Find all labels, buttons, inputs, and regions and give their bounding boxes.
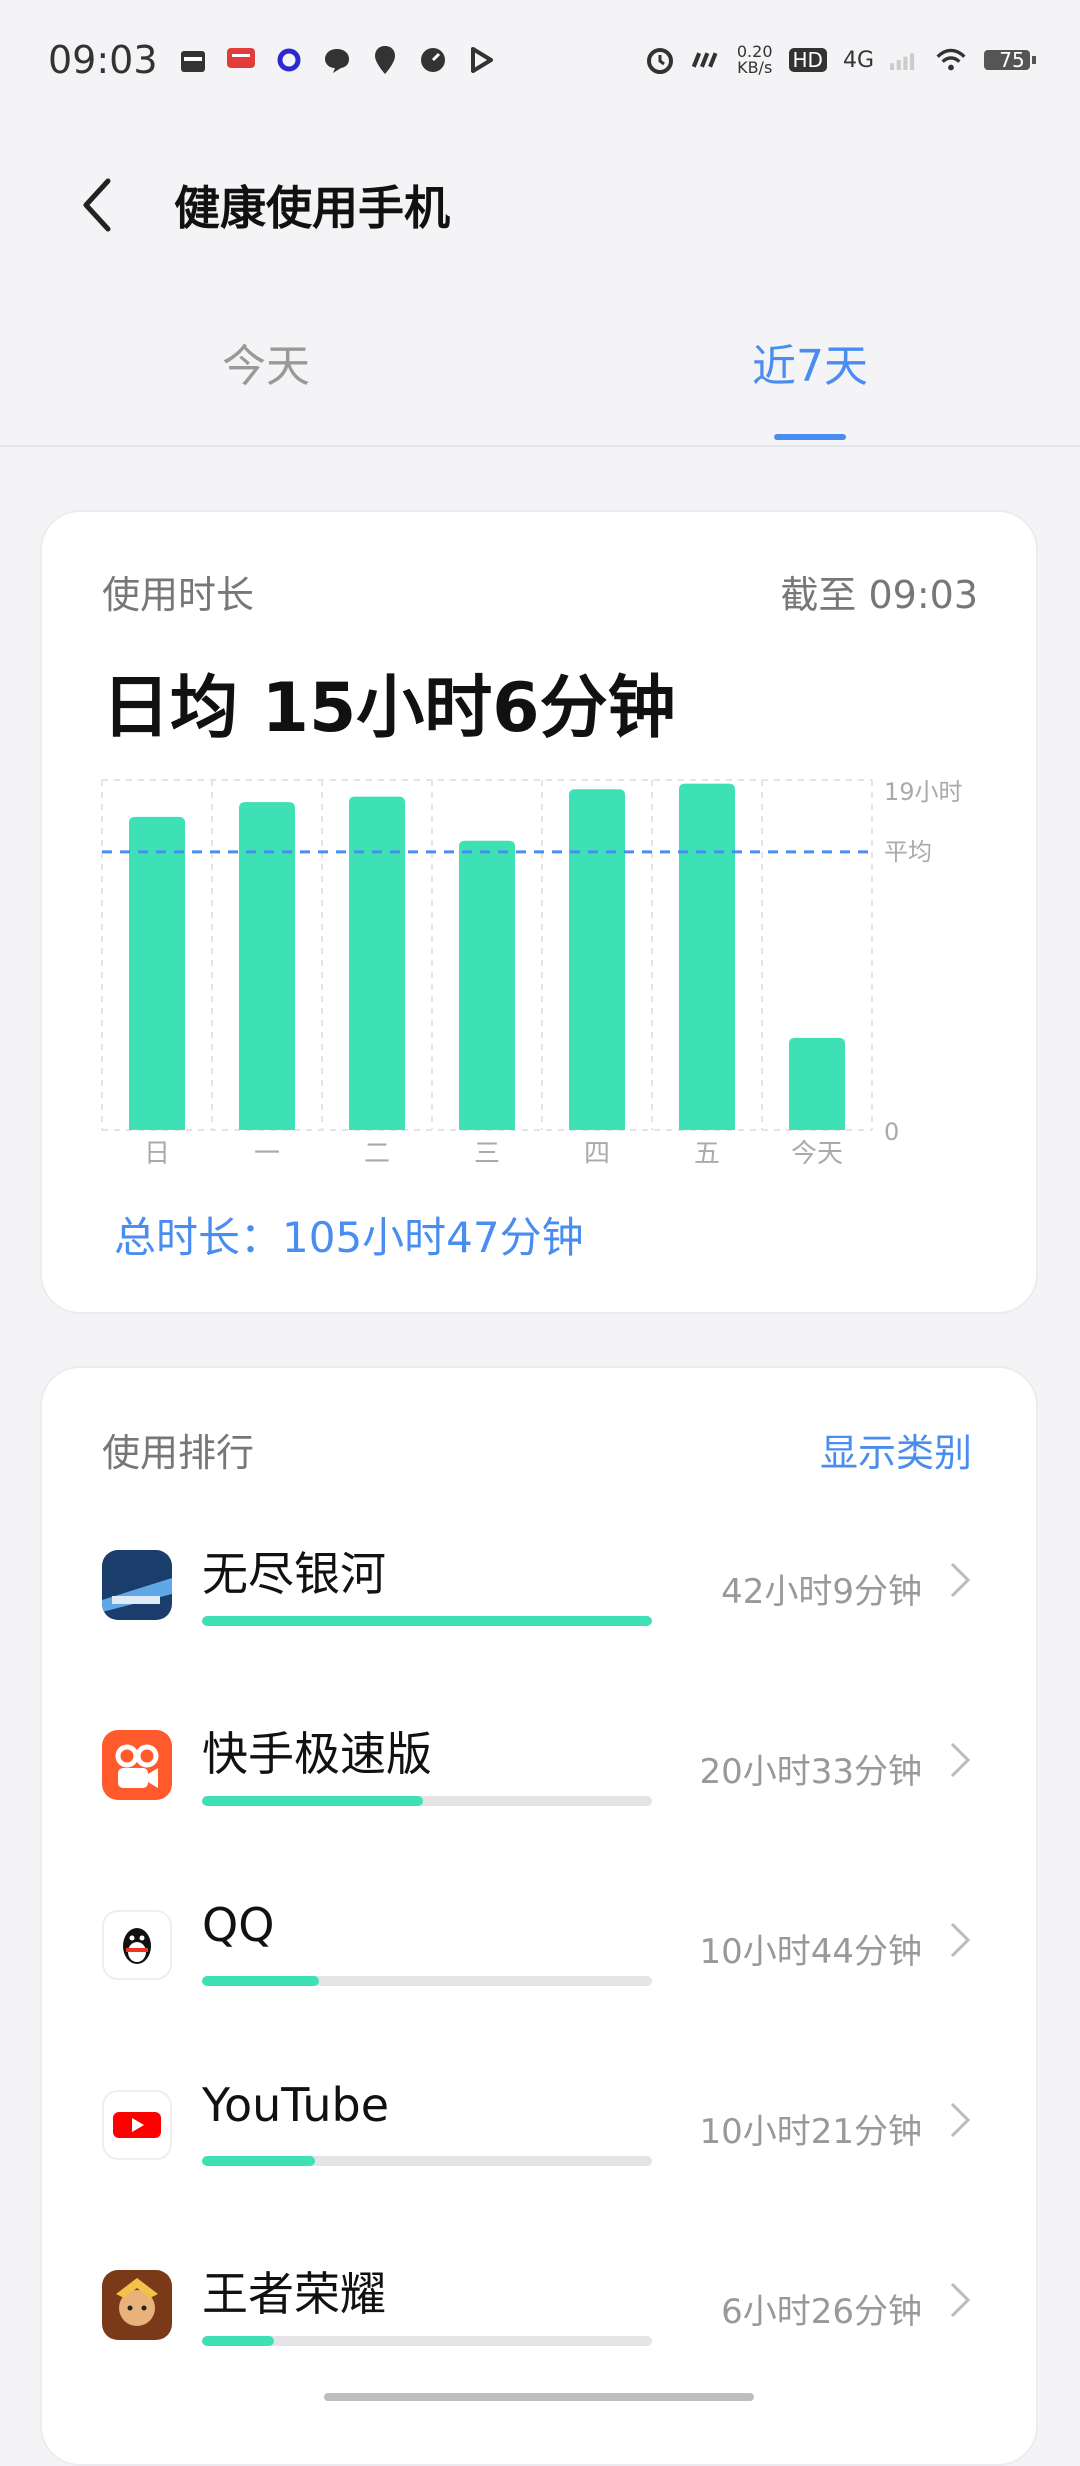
app-usage-time: 10小时21分钟 (699, 2112, 922, 2152)
app-name: 快手极速版 (202, 1727, 432, 1781)
home-indicator[interactable] (324, 2393, 754, 2401)
x-tick-label: 二 (364, 1139, 390, 1169)
app-name: YouTube (202, 2078, 390, 2132)
chart-bar (789, 1037, 845, 1130)
app-row-qq[interactable]: QQ 10小时44分钟 (42, 1884, 1040, 2034)
y-tick-label-min: 0 (884, 1118, 899, 1146)
app-row-youtube[interactable]: YouTube 10小时21分钟 (42, 2064, 1040, 2214)
status-left-icons (178, 45, 496, 75)
speed-icon (418, 45, 448, 75)
status-time: 09:03 (48, 38, 158, 82)
usage-progress-track (202, 2156, 652, 2166)
usage-progress-fill (202, 1796, 423, 1806)
app-usage-time: 42小时9分钟 (721, 1572, 922, 1612)
chat-icon (322, 45, 352, 75)
total-duration: 总时长：105小时47分钟 (114, 1213, 584, 1262)
tab-today[interactable]: 今天 (222, 330, 310, 394)
chevron-right-icon (944, 2280, 974, 2320)
app-name: 王者荣耀 (202, 2267, 386, 2321)
kuaishou-icon (102, 1730, 172, 1800)
net-speed-unit: KB/s (737, 58, 773, 77)
qq-icon (102, 1910, 172, 1980)
x-tick-label: 四 (584, 1139, 610, 1169)
app-usage-time: 20小时33分钟 (699, 1752, 922, 1792)
notification-icon (226, 45, 256, 75)
app-row-kuaishou[interactable]: 快手极速版 20小时33分钟 (42, 1704, 1040, 1854)
active-tab-indicator (774, 434, 846, 440)
page-title: 健康使用手机 (174, 181, 450, 235)
x-tick-label: 日 (144, 1139, 170, 1169)
honor-of-kings-icon (102, 2270, 172, 2340)
average-label: 平均 (884, 838, 932, 866)
signal-icon (890, 45, 920, 75)
chevron-right-icon (944, 1560, 974, 1600)
hd-badge: HD (788, 48, 827, 72)
app-usage-time: 10小时44分钟 (699, 1932, 922, 1972)
tabs-divider (0, 445, 1080, 447)
play-icon (466, 45, 496, 75)
location-icon (370, 45, 400, 75)
usage-progress-fill (202, 2156, 315, 2166)
status-bar: 09:03 0.20 KB/s HD 4G 75 (0, 0, 1080, 120)
usage-progress-fill (202, 1976, 319, 1986)
chart-bar (349, 796, 405, 1130)
back-arrow-icon[interactable] (68, 175, 128, 235)
net-speed: 0.20 KB/s (737, 44, 773, 76)
app-usage-time: 6小时26分钟 (721, 2292, 922, 2332)
chart-bar (459, 840, 515, 1130)
period-tabs: 今天 近7天 (0, 290, 1080, 440)
usage-progress-fill (202, 2336, 274, 2346)
chevron-right-icon (944, 2100, 974, 2140)
chart-bar (569, 789, 625, 1130)
alarm-icon (645, 45, 675, 75)
show-categories-button[interactable]: 显示类别 (820, 1422, 972, 1477)
app-row-endless-galaxy[interactable]: 无尽银河 42小时9分钟 (42, 1524, 1040, 1674)
tab-last-7-days[interactable]: 近7天 (752, 330, 868, 394)
chart-bar (679, 783, 735, 1130)
app-name: QQ (202, 1898, 275, 1952)
carrier-icon (691, 45, 721, 75)
x-tick-label: 五 (694, 1139, 720, 1169)
y-tick-label-max: 19小时 (884, 778, 963, 806)
x-tick-label: 一 (254, 1139, 280, 1169)
wifi-icon (936, 45, 966, 75)
usage-progress-track (202, 1796, 652, 1806)
usage-progress-track (202, 1616, 652, 1626)
battery-level: 75 (999, 48, 1025, 72)
ranking-title: 使用排行 (102, 1431, 255, 1475)
x-tick-label: 今天 (791, 1139, 843, 1169)
usage-progress-track (202, 1976, 652, 1986)
calendar-icon (178, 45, 208, 75)
app-name: 无尽银河 (202, 1547, 386, 1601)
x-tick-label: 三 (474, 1139, 500, 1169)
endless-galaxy-icon (102, 1550, 172, 1620)
chevron-right-icon (944, 1920, 974, 1960)
chart-bar (129, 816, 185, 1130)
usage-progress-track (202, 2336, 652, 2346)
chevron-right-icon (944, 1740, 974, 1780)
youtube-icon (102, 2090, 172, 2160)
app-row-honor-of-kings[interactable]: 王者荣耀 6小时26分钟 (42, 2244, 1040, 2394)
app-bar: 健康使用手机 (0, 120, 1080, 290)
usage-card: 使用时长 截至 09:03 日均 15小时6分钟 日一二三四五今天 平均 19小时 0… (40, 510, 1038, 1314)
usage-bar-chart[interactable]: 日 一 二 三 四 五 今天 平均 19小时 0 (42, 512, 1042, 1212)
status-right-icons: 0.20 KB/s HD 4G 75 (645, 44, 1036, 76)
network-label: 4G (842, 47, 874, 73)
ranking-card: 使用排行 显示类别 无尽银河 42小时9分钟 快手极速版 20小时33分钟 QQ… (40, 1366, 1038, 2466)
usage-progress-fill (202, 1616, 652, 1626)
circle-icon (274, 45, 304, 75)
